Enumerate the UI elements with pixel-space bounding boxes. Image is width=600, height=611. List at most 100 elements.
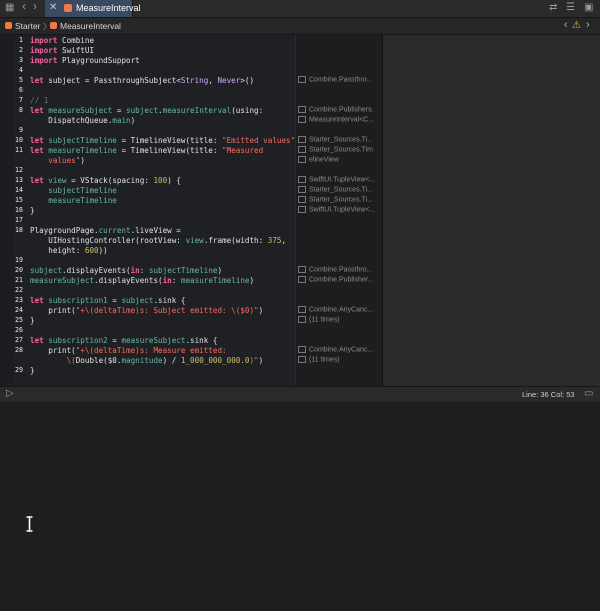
quick-look-icon[interactable]	[298, 206, 306, 213]
result-item[interactable]: Starter_Sources.Tim	[298, 146, 380, 153]
text-cursor-icon	[26, 516, 33, 532]
grid-icon[interactable]: ▦	[5, 2, 14, 14]
result-text: Combine.Publishers.	[309, 106, 374, 114]
result-item[interactable]: elineView	[298, 156, 380, 163]
tab-bar: ▦ ‹ › ✕ MeasureInterval ⇄ ☰ ▣	[0, 0, 600, 18]
line-number: 18	[15, 226, 23, 234]
result-item[interactable]: (11 times)	[298, 356, 380, 363]
result-item[interactable]: MeasureInterval<C...	[298, 116, 380, 123]
code-line: }	[30, 316, 35, 325]
editor-gutter	[0, 35, 14, 386]
code-line: DispatchQueue.main)	[30, 116, 136, 125]
tab-measureinterval[interactable]: ✕ MeasureInterval	[45, 0, 141, 17]
quick-look-icon[interactable]	[298, 196, 306, 203]
code-line: print("+\(deltaTime)s: Measure emitted:	[30, 346, 227, 355]
result-item[interactable]: Combine.Passthro...	[298, 266, 380, 273]
quick-look-icon[interactable]	[298, 106, 306, 113]
result-text: Combine.Passthro...	[309, 266, 373, 274]
result-text: (11 times)	[309, 356, 340, 364]
result-item[interactable]: Combine.AnyCanc...	[298, 346, 380, 353]
result-item[interactable]: Combine.Passthro...	[298, 76, 380, 83]
code-line: // 1	[30, 96, 49, 105]
line-number: 24	[15, 306, 23, 314]
issue-next-icon[interactable]: ›	[586, 19, 590, 31]
close-icon[interactable]: ✕	[49, 2, 57, 13]
editor-options-icon[interactable]: ☰	[566, 2, 575, 14]
line-number: 11	[15, 146, 23, 154]
result-text: MeasureInterval<C...	[309, 116, 375, 124]
result-item[interactable]: (11 times)	[298, 316, 380, 323]
line-number: 4	[19, 66, 23, 74]
line-number: 7	[19, 96, 23, 104]
result-item[interactable]: SwiftUI.TupleView<...	[298, 176, 380, 183]
code-line: import Combine	[30, 36, 95, 45]
code-line: }	[30, 366, 35, 375]
result-item[interactable]: Combine.AnyCanc...	[298, 306, 380, 313]
result-item[interactable]: Starter_Sources.Ti...	[298, 186, 380, 193]
line-number: 29	[15, 366, 23, 374]
sidebar-icon[interactable]: ▣	[584, 2, 593, 14]
code-line: let measureTimeline = TimelineView(title…	[30, 146, 264, 155]
jump-bar: Starter 〉 MeasureInterval ‹ ⚠ ›	[0, 18, 600, 35]
line-number: 26	[15, 326, 23, 334]
result-text: SwiftUI.TupleView<...	[309, 206, 376, 214]
result-item[interactable]: Starter_Sources.Ti...	[298, 196, 380, 203]
swift-file-icon	[64, 4, 72, 12]
quick-look-icon[interactable]	[298, 136, 306, 143]
breadcrumb-measureinterval[interactable]: MeasureInterval	[60, 21, 121, 31]
forward-arrow-icon[interactable]: ›	[33, 0, 37, 12]
warning-icon[interactable]: ⚠	[572, 20, 581, 31]
quick-look-icon[interactable]	[298, 346, 306, 353]
line-number: 8	[19, 106, 23, 114]
line-number: 19	[15, 256, 23, 264]
back-arrow-icon[interactable]: ‹	[22, 0, 26, 12]
line-number: 6	[19, 86, 23, 94]
tab-label: MeasureInterval	[76, 3, 141, 13]
line-number: 10	[15, 136, 23, 144]
code-line: let subjectTimeline = TimelineView(title…	[30, 136, 300, 145]
result-text: SwiftUI.TupleView<...	[309, 176, 376, 184]
result-text: Combine.AnyCanc...	[309, 346, 374, 354]
run-icon[interactable]: ▷	[6, 388, 14, 399]
result-item[interactable]: SwiftUI.TupleView<...	[298, 206, 380, 213]
quick-look-icon[interactable]	[298, 156, 306, 163]
code-line: let view = VStack(spacing: 100) {	[30, 176, 181, 185]
code-line: }	[30, 206, 35, 215]
code-editor[interactable]	[14, 35, 295, 386]
breadcrumb-starter[interactable]: Starter	[15, 21, 41, 31]
result-text: Combine.Passthro...	[309, 76, 373, 84]
result-item[interactable]: Combine.Publishers.	[298, 106, 380, 113]
code-line: print("+\(deltaTime)s: Subject emitted: …	[30, 306, 264, 315]
console-toggle-icon[interactable]: ▭	[584, 388, 593, 399]
code-line: values")	[48, 156, 85, 165]
line-number: 22	[15, 286, 23, 294]
line-number: 1	[19, 36, 23, 44]
code-line: subject.displayEvents(in: subjectTimelin…	[30, 266, 223, 275]
quick-look-icon[interactable]	[298, 316, 306, 323]
quick-look-icon[interactable]	[298, 186, 306, 193]
quick-look-icon[interactable]	[298, 176, 306, 183]
quick-look-icon[interactable]	[298, 146, 306, 153]
line-number: 28	[15, 346, 23, 354]
code-line: measureTimeline	[48, 196, 117, 205]
code-line: let subscription2 = measureSubject.sink …	[30, 336, 218, 345]
quick-look-icon[interactable]	[298, 76, 306, 83]
cursor-position: Line: 36 Col: 53	[522, 390, 575, 399]
result-text: Starter_Sources.Tim	[309, 146, 373, 154]
quick-look-icon[interactable]	[298, 356, 306, 363]
swift-icon	[5, 22, 12, 29]
quick-look-icon[interactable]	[298, 266, 306, 273]
line-number: 3	[19, 56, 23, 64]
quick-look-icon[interactable]	[298, 306, 306, 313]
swap-icon[interactable]: ⇄	[549, 2, 557, 14]
line-number: 5	[19, 76, 23, 84]
quick-look-icon[interactable]	[298, 116, 306, 123]
result-item[interactable]: Starter_Sources.Ti...	[298, 136, 380, 143]
quick-look-icon[interactable]	[298, 276, 306, 283]
line-number: 16	[15, 206, 23, 214]
debug-console[interactable]	[0, 402, 600, 611]
result-text: (11 times)	[309, 316, 340, 324]
result-item[interactable]: Combine.Publisher...	[298, 276, 380, 283]
line-number: 27	[15, 336, 23, 344]
issue-prev-icon[interactable]: ‹	[564, 19, 568, 31]
